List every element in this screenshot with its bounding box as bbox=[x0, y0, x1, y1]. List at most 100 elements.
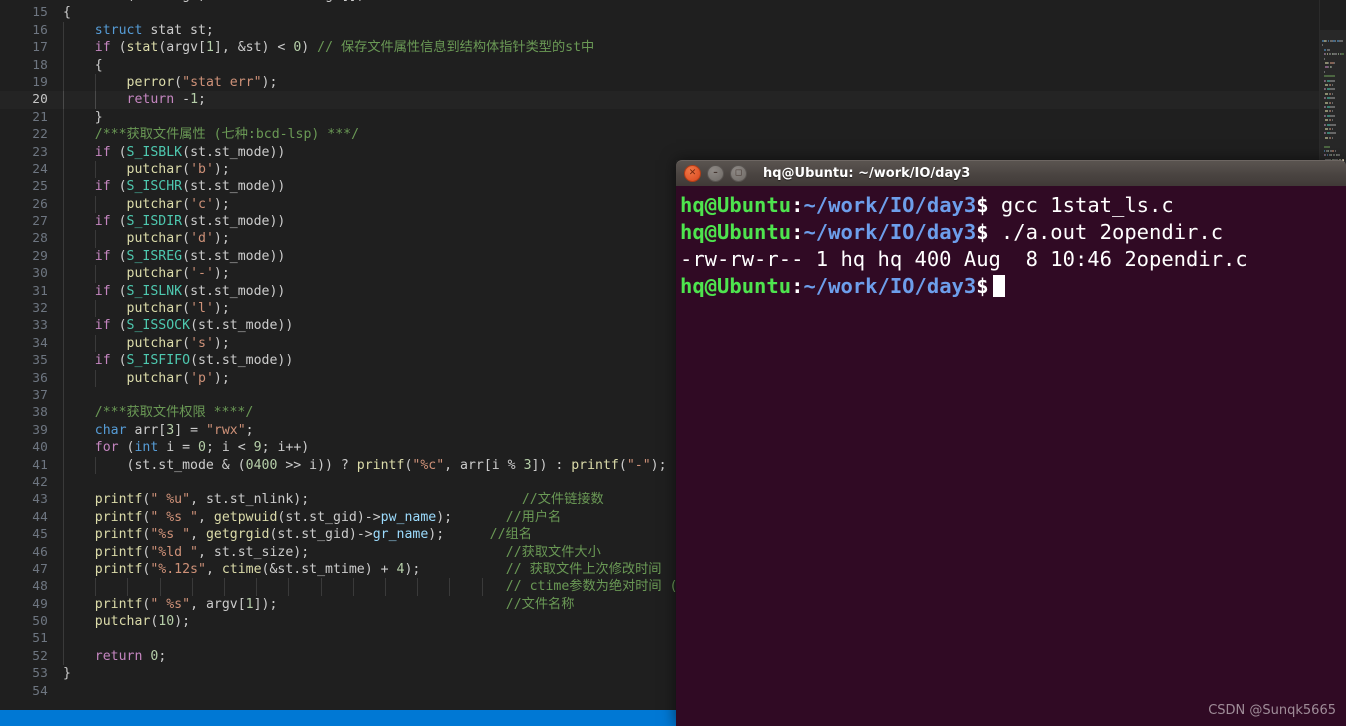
minimap-line bbox=[1331, 128, 1333, 130]
code-line-text: if (S_ISSOCK(st.st_mode)) bbox=[63, 317, 294, 334]
code-token: putchar bbox=[126, 370, 183, 386]
line-number: 22 bbox=[32, 127, 48, 143]
code-token: getgrgid bbox=[205, 527, 270, 543]
code-token: , bbox=[190, 527, 206, 543]
code-line-text: putchar('s'); bbox=[63, 335, 230, 352]
code-line[interactable]: 23 if (S_ISBLK(st.st_mode)) bbox=[0, 143, 1346, 161]
code-token: ); bbox=[428, 527, 445, 543]
indent-guide bbox=[224, 578, 225, 596]
code-token: ); bbox=[213, 161, 230, 177]
code-token: for bbox=[94, 440, 119, 456]
code-line[interactable]: 15 { bbox=[0, 4, 1346, 21]
code-token: ; bbox=[245, 422, 254, 438]
line-number: 46 bbox=[32, 544, 48, 560]
code-line-text: putchar(10); bbox=[63, 613, 190, 630]
code-token: ( bbox=[118, 440, 135, 456]
code-token: ( bbox=[110, 179, 127, 195]
terminal-output-area[interactable]: hq@Ubuntu:~/work/IO/day3$ gcc 1stat_ls.c… bbox=[676, 186, 1346, 726]
code-token: ) bbox=[301, 40, 318, 56]
code-token: printf bbox=[94, 561, 143, 577]
code-token: ; i < bbox=[205, 440, 254, 456]
code-token: int bbox=[63, 0, 95, 3]
minimap-line bbox=[1330, 123, 1336, 126]
code-token: if bbox=[94, 248, 111, 264]
code-line[interactable]: 18 { bbox=[0, 56, 1346, 74]
line-number: 53 bbox=[32, 666, 48, 682]
code-token: ( bbox=[182, 335, 191, 351]
terminal-prompt-symbol: $ bbox=[976, 274, 989, 298]
code-token: ctime bbox=[221, 561, 262, 577]
code-token: (st.st_mode & ( bbox=[126, 457, 246, 473]
code-line-text: char arr[3] = "rwx"; bbox=[63, 422, 254, 439]
terminal-output-text: -rw-rw-r-- 1 hq hq 400 Aug 8 10:46 2open… bbox=[680, 247, 1248, 271]
screen: 14int main(int argc, char const *argv[])… bbox=[0, 0, 1346, 726]
code-token: , bbox=[198, 509, 214, 525]
code-line-text: putchar('-'); bbox=[63, 265, 230, 282]
code-line[interactable]: 17 if (stat(argv[1], &st) < 0) // 保存文件属性… bbox=[0, 39, 1346, 57]
code-line[interactable]: 20 return -1; bbox=[0, 91, 1346, 109]
close-icon[interactable]: ✕ bbox=[684, 165, 701, 182]
code-token: S_ISCHR bbox=[126, 179, 183, 195]
line-number: 26 bbox=[32, 196, 48, 212]
line-number: 45 bbox=[32, 527, 48, 543]
code-token: printf bbox=[94, 544, 143, 560]
code-trailing-comment: //用户名 bbox=[505, 509, 562, 525]
code-token: (st.st_mode)) bbox=[182, 283, 286, 299]
code-token: i = bbox=[158, 440, 199, 456]
code-token: printf bbox=[356, 457, 405, 473]
terminal-prompt-line: hq@Ubuntu:~/work/IO/day3$ ./a.out 2opend… bbox=[680, 219, 1346, 246]
code-line-text: for (int i = 0; i < 9; i++) bbox=[63, 439, 309, 456]
code-token: (st.st_mode)) bbox=[182, 144, 286, 160]
indent-guide bbox=[320, 578, 322, 596]
line-number: 43 bbox=[32, 492, 48, 508]
minimap-line bbox=[1330, 79, 1336, 82]
code-line[interactable]: 21 } bbox=[0, 108, 1346, 127]
code-trailing-comment: //组名 bbox=[489, 527, 532, 543]
indent-guide bbox=[127, 578, 129, 596]
terminal-path: ~/work/IO/day3 bbox=[803, 193, 977, 217]
code-token: S_ISFIFO bbox=[126, 353, 191, 369]
code-token: 10 bbox=[158, 614, 175, 630]
minimap-line bbox=[1322, 44, 1323, 47]
code-token: "rwx" bbox=[205, 422, 246, 438]
minimap-line bbox=[1326, 132, 1330, 135]
code-token: { bbox=[63, 5, 71, 21]
code-token: 'l' bbox=[190, 301, 214, 317]
code-line[interactable]: 16 struct stat st; bbox=[0, 21, 1346, 40]
line-number: 39 bbox=[32, 422, 48, 438]
code-token: if bbox=[94, 179, 111, 195]
code-token: S_ISLNK bbox=[126, 283, 183, 299]
code-line-text: putchar('b'); bbox=[63, 161, 230, 178]
terminal-window[interactable]: ✕ – ◻ hq@Ubuntu: ~/work/IO/day3 hq@Ubunt… bbox=[676, 160, 1346, 726]
indent-guide bbox=[481, 578, 483, 596]
terminal-title-bar[interactable]: ✕ – ◻ hq@Ubuntu: ~/work/IO/day3 bbox=[676, 160, 1346, 186]
code-token: ( bbox=[182, 231, 191, 247]
code-token: ( bbox=[174, 74, 183, 90]
code-token: 'p' bbox=[190, 370, 214, 386]
code-line[interactable]: 22 /***获取文件属性 (七种:bcd-lsp) ***/ bbox=[0, 126, 1346, 144]
minimap-line bbox=[1331, 136, 1333, 139]
line-number: 36 bbox=[32, 370, 48, 386]
code-token: , bbox=[205, 561, 222, 577]
code-token: "%c" bbox=[412, 457, 445, 473]
code-token: 'd' bbox=[190, 231, 214, 247]
minimap-line bbox=[1326, 48, 1331, 51]
code-token: ); bbox=[436, 509, 453, 525]
indent-guide bbox=[352, 578, 354, 596]
minimap-line bbox=[1331, 101, 1333, 104]
code-token: ( bbox=[182, 161, 191, 177]
code-token: putchar bbox=[126, 335, 183, 351]
minimap-line bbox=[1330, 97, 1336, 100]
code-token: S_ISDIR bbox=[126, 214, 183, 230]
maximize-icon[interactable]: ◻ bbox=[730, 165, 747, 182]
minimap-line bbox=[1326, 123, 1330, 126]
line-number: 44 bbox=[32, 509, 48, 525]
code-token: 'b' bbox=[190, 161, 214, 177]
line-number: 25 bbox=[32, 179, 48, 195]
minimize-icon[interactable]: – bbox=[707, 165, 724, 182]
indent-guide bbox=[417, 578, 419, 596]
code-line-text: if (S_ISBLK(st.st_mode)) bbox=[63, 144, 286, 161]
code-line[interactable]: 19 perror("stat err"); bbox=[0, 73, 1346, 92]
line-number: 27 bbox=[32, 214, 48, 230]
